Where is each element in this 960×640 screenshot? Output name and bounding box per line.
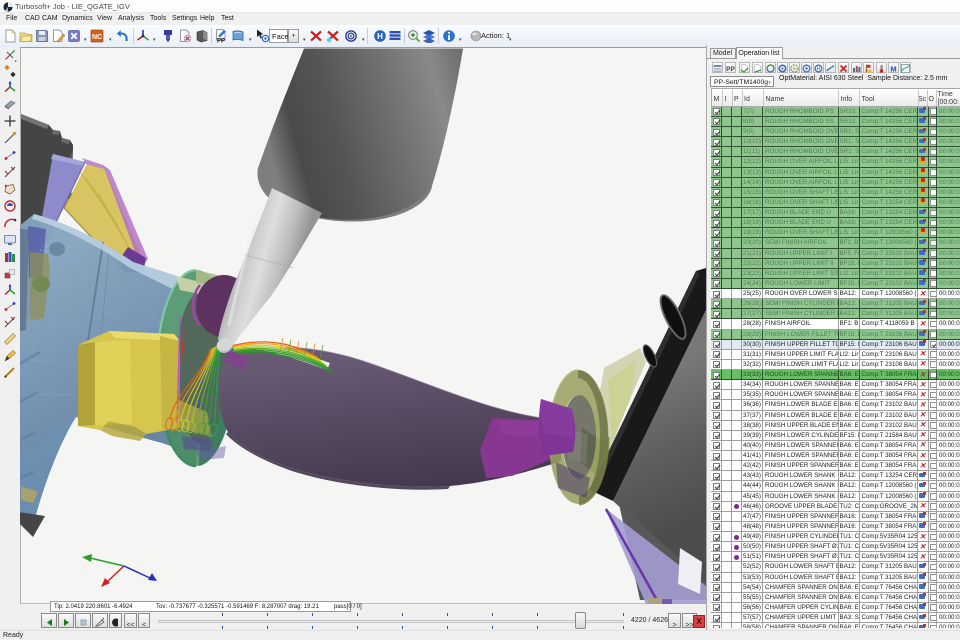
svg-text:PP: PP [726, 66, 735, 73]
svg-text:NC: NC [92, 34, 102, 41]
svg-text:PP: PP [217, 39, 225, 44]
svg-text:M: M [890, 64, 896, 73]
svg-text:H: H [377, 32, 383, 41]
svg-text:H: H [817, 66, 821, 72]
